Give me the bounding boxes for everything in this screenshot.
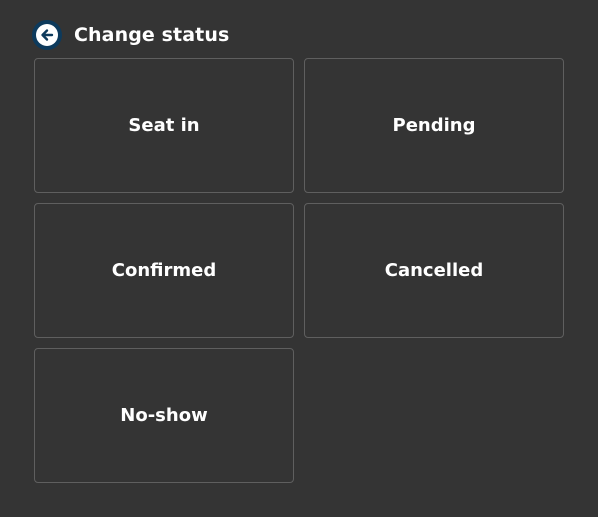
- status-option-seat-in[interactable]: Seat in: [34, 58, 294, 193]
- status-option-no-show[interactable]: No-show: [34, 348, 294, 483]
- status-option-label: Cancelled: [384, 260, 484, 281]
- panel-header: Change status: [32, 20, 229, 50]
- status-option-cancelled[interactable]: Cancelled: [304, 203, 564, 338]
- arrow-left-circle-icon: [36, 24, 58, 46]
- status-option-confirmed[interactable]: Confirmed: [34, 203, 294, 338]
- status-option-label: Seat in: [128, 115, 200, 136]
- back-button[interactable]: [32, 20, 62, 50]
- status-option-label: No-show: [120, 405, 208, 426]
- status-options-grid: Seat in Pending Confirmed Cancelled No-s…: [34, 58, 564, 483]
- status-option-pending[interactable]: Pending: [304, 58, 564, 193]
- status-option-label: Confirmed: [111, 260, 217, 281]
- page-title: Change status: [74, 24, 230, 46]
- status-option-label: Pending: [392, 115, 476, 136]
- change-status-panel: Change status Seat in Pending Confirmed …: [0, 0, 598, 517]
